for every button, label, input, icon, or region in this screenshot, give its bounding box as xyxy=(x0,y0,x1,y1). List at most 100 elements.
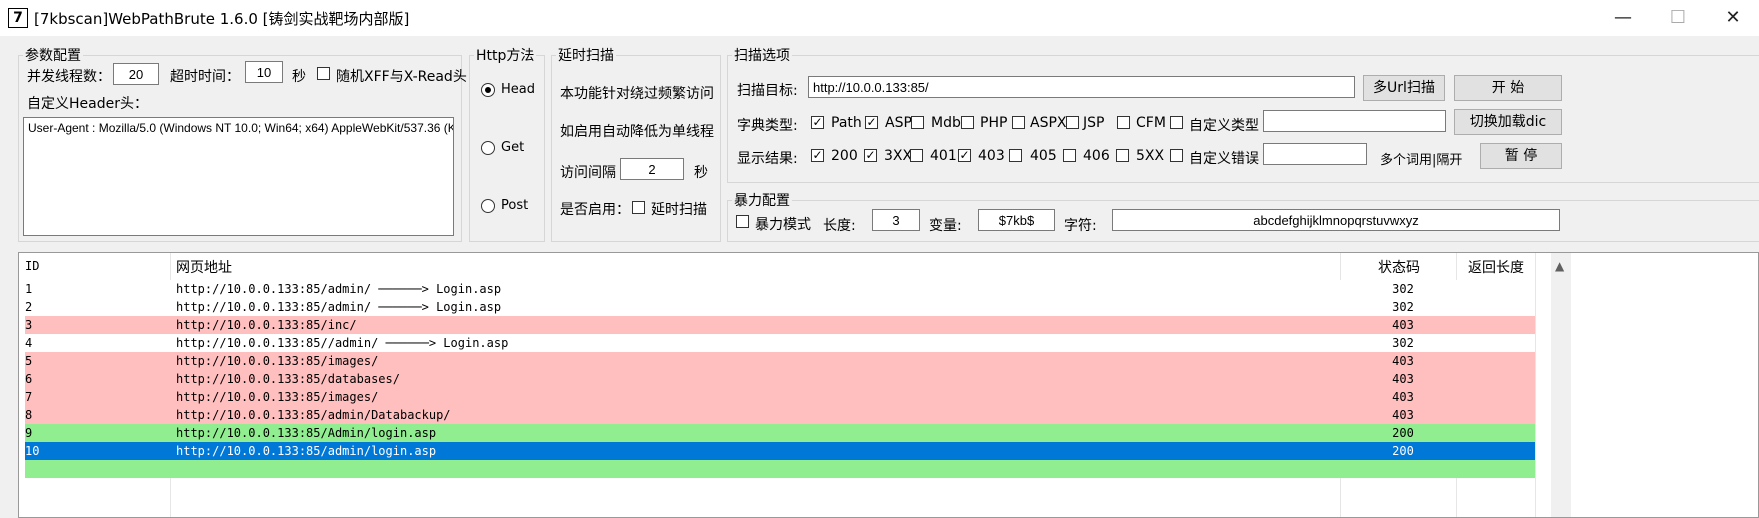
dict-mdb-checkbox[interactable] xyxy=(911,116,924,129)
result-custom-error-checkbox[interactable] xyxy=(1170,149,1183,162)
header-status[interactable]: 状态码 xyxy=(1378,257,1420,277)
result-401-checkbox[interactable] xyxy=(910,149,923,162)
enable-label: 是否启用： xyxy=(560,202,630,218)
dict-asp-checkbox[interactable] xyxy=(865,116,878,129)
table-row[interactable]: 5 http://10.0.0.133:85/images/403 xyxy=(25,352,1535,370)
table-row[interactable] xyxy=(25,460,1535,478)
target-input[interactable]: http://10.0.0.133:85/ xyxy=(808,76,1355,98)
column-separator xyxy=(1535,253,1536,517)
row-url: http://10.0.0.133:85/admin/ ──────> Logi… xyxy=(176,282,502,296)
radio-post[interactable] xyxy=(481,199,495,213)
dict-custom-checkbox[interactable] xyxy=(1170,116,1183,129)
table-row[interactable]: 4 http://10.0.0.133:85//admin/ ──────> Lo… xyxy=(25,334,1535,352)
table-row[interactable]: 6 http://10.0.0.133:85/databases/403 xyxy=(25,370,1535,388)
result-403-label: 403 xyxy=(978,148,1005,164)
row-url: http://10.0.0.133:85/admin/ ──────> Logi… xyxy=(176,300,502,314)
radio-get[interactable] xyxy=(481,141,495,155)
length-label: 长度: xyxy=(823,218,856,234)
dict-php-checkbox[interactable] xyxy=(961,116,974,129)
result-405-checkbox[interactable] xyxy=(1009,149,1022,162)
brute-mode-checkbox[interactable] xyxy=(736,215,749,228)
delay-legend: 延时扫描 xyxy=(558,48,614,64)
result-200-label: 200 xyxy=(831,148,858,164)
target-label: 扫描目标: xyxy=(737,83,798,99)
var-label: 变量: xyxy=(929,218,962,234)
header-id[interactable]: ID xyxy=(25,259,39,273)
table-row[interactable]: 10 http://10.0.0.133:85/admin/login.asp 20… xyxy=(25,442,1535,460)
result-5xx-label: 5XX xyxy=(1136,148,1165,164)
result-3xx-label: 3XX xyxy=(884,148,913,164)
dict-path-checkbox[interactable] xyxy=(811,116,824,129)
dict-custom-label: 自定义类型 xyxy=(1189,118,1259,134)
row-url: http://10.0.0.133:85/admin/Databackup/ xyxy=(176,408,451,422)
threads-input[interactable]: 20 xyxy=(113,63,159,85)
delay-checkbox[interactable] xyxy=(632,201,645,214)
row-url: http://10.0.0.133:85/inc/ xyxy=(176,318,357,332)
dict-cfm-checkbox[interactable] xyxy=(1117,116,1130,129)
var-input[interactable]: $7kb$ xyxy=(978,209,1055,231)
row-status: 302 xyxy=(1392,300,1414,314)
interval-label: 访问间隔 xyxy=(560,165,616,181)
brute-mode-label: 暴力模式 xyxy=(755,217,811,233)
dict-jsp-label: JSP xyxy=(1083,115,1105,131)
start-button[interactable]: 开 始 xyxy=(1454,75,1562,101)
interval-input[interactable]: 2 xyxy=(620,158,684,180)
row-status: 403 xyxy=(1392,372,1414,386)
row-id: 10 xyxy=(25,444,40,458)
row-status: 403 xyxy=(1392,354,1414,368)
delay-checkbox-label: 延时扫描 xyxy=(651,202,707,218)
timeout-input[interactable]: 10 xyxy=(245,61,283,83)
dict-path-label: Path xyxy=(831,115,862,131)
separator-hint: 多个词用|隔开 xyxy=(1380,153,1463,168)
result-406-checkbox[interactable] xyxy=(1063,149,1076,162)
timeout-label: 超时时间： xyxy=(170,69,240,85)
table-row[interactable]: 9 http://10.0.0.133:85/Admin/login.asp 200 xyxy=(25,424,1535,442)
interval-unit: 秒 xyxy=(694,165,708,181)
result-3xx-checkbox[interactable] xyxy=(864,149,877,162)
length-input[interactable]: 3 xyxy=(872,209,920,231)
result-5xx-checkbox[interactable] xyxy=(1116,149,1129,162)
custom-type-input[interactable] xyxy=(1263,110,1446,132)
table-row[interactable]: 2 http://10.0.0.133:85/admin/ ──────> Log… xyxy=(25,298,1535,316)
radio-head[interactable] xyxy=(481,83,495,97)
row-id: 3 xyxy=(25,318,33,332)
header-length[interactable]: 返回长度 xyxy=(1468,257,1524,277)
switch-dic-button[interactable]: 切换加载dic xyxy=(1454,109,1562,135)
results-table[interactable]: ID 网页地址 状态码 返回长度 1 http://10.0.0.133:85/a… xyxy=(18,252,1759,518)
row-url: http://10.0.0.133:85//admin/ ──────> Log… xyxy=(176,336,509,350)
table-row[interactable]: 8 http://10.0.0.133:85/admin/Databackup/4… xyxy=(25,406,1535,424)
table-row[interactable]: 3 http://10.0.0.133:85/inc/403 xyxy=(25,316,1535,334)
row-id: 2 xyxy=(25,300,33,314)
row-id: 4 xyxy=(25,336,33,350)
delay-desc-1: 本功能针对绕过频繁访问 xyxy=(560,86,714,102)
maximize-button[interactable]: ☐ xyxy=(1655,0,1701,36)
row-id: 5 xyxy=(25,354,33,368)
result-200-checkbox[interactable] xyxy=(811,149,824,162)
result-405-label: 405 xyxy=(1030,148,1057,164)
random-xff-label: 随机XFF与X-Read头 xyxy=(336,69,467,85)
chars-input[interactable]: abcdefghijklmnopqrstuvwxyz xyxy=(1112,209,1560,231)
vertical-scrollbar[interactable] xyxy=(1551,253,1571,517)
dict-asp-label: ASP xyxy=(885,115,912,131)
dict-php-label: PHP xyxy=(980,115,1008,131)
header-url[interactable]: 网页地址 xyxy=(176,257,232,277)
radio-head-label: Head xyxy=(501,82,535,97)
dict-type-label: 字典类型: xyxy=(737,118,798,134)
radio-post-label: Post xyxy=(501,198,529,213)
dict-jsp-checkbox[interactable] xyxy=(1066,116,1079,129)
result-401-label: 401 xyxy=(930,148,957,164)
custom-error-input[interactable] xyxy=(1263,143,1367,165)
threads-label: 并发线程数： xyxy=(27,69,111,85)
dict-aspx-checkbox[interactable] xyxy=(1012,116,1025,129)
close-button[interactable]: ✕ xyxy=(1710,0,1756,36)
row-status: 403 xyxy=(1392,318,1414,332)
multi-url-scan-button[interactable]: 多Url扫描 xyxy=(1363,75,1445,101)
header-textarea[interactable]: User-Agent : Mozilla/5.0 (Windows NT 10.… xyxy=(23,117,454,236)
table-row[interactable]: 7 http://10.0.0.133:85/images/403 xyxy=(25,388,1535,406)
table-row[interactable]: 1 http://10.0.0.133:85/admin/ ──────> Log… xyxy=(25,280,1535,298)
scroll-up-arrow-icon[interactable]: ▲ xyxy=(1555,259,1564,273)
random-xff-checkbox[interactable] xyxy=(317,67,330,80)
pause-button[interactable]: 暂 停 xyxy=(1480,143,1562,169)
result-403-checkbox[interactable] xyxy=(958,149,971,162)
minimize-button[interactable]: — xyxy=(1600,0,1646,36)
